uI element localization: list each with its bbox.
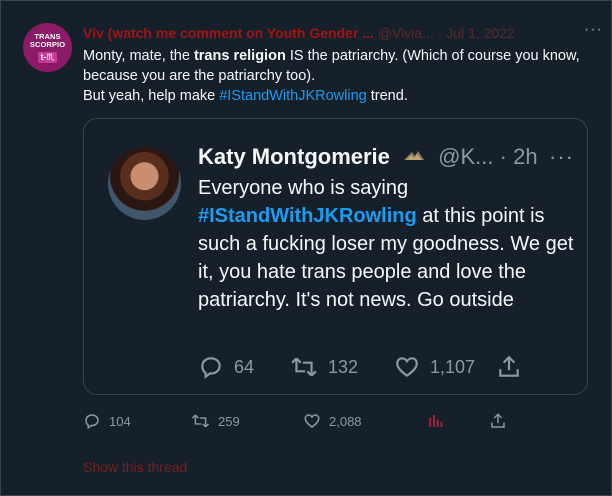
quoted-tweet-header: Katy Montgomerie @K... · 2h ··· <box>198 144 578 170</box>
reply-icon <box>201 357 221 379</box>
share-icon <box>499 355 519 377</box>
quoted-tweet-timestamp[interactable]: 2h <box>513 144 537 169</box>
tweet-text-line2-part2: trend. <box>366 88 408 104</box>
tweet-header: Viv (watch me comment on Youth Gender ..… <box>83 25 603 41</box>
quoted-header-separator: · <box>499 144 507 169</box>
show-thread-link[interactable]: Show this thread <box>83 459 187 475</box>
quoted-author-handle[interactable]: @K... <box>438 144 493 169</box>
share-button[interactable] <box>489 412 507 430</box>
quoted-reply-button[interactable]: 64 <box>198 354 254 380</box>
quoted-retweet-button[interactable]: 132 <box>290 354 358 380</box>
quoted-author-display-name[interactable]: Katy Montgomerie <box>198 144 390 169</box>
header-separator: · <box>437 25 443 41</box>
tweet-action-bar: 104 259 2,088 <box>83 412 583 432</box>
analytics-icon <box>429 415 443 427</box>
author-handle[interactable]: @Vivia... <box>378 25 434 41</box>
tweet-text-part1: Monty, mate, the <box>83 48 194 64</box>
like-button[interactable]: 2,088 <box>303 412 362 430</box>
retweet-count: 259 <box>218 413 240 429</box>
avatar-badge: t-♏ <box>38 51 57 63</box>
tweet-card[interactable]: TRANS SCORPIO t-♏ Viv (watch me comment … <box>0 0 612 496</box>
hashtag-link[interactable]: #IStandWithJKRowling <box>219 88 367 104</box>
like-icon <box>304 414 320 428</box>
author-display-name[interactable]: Viv (watch me comment on Youth Gender ..… <box>83 25 374 41</box>
tweet-text: Monty, mate, the trans religion IS the p… <box>83 46 583 106</box>
analytics-button[interactable] <box>427 412 445 430</box>
tweet-timestamp[interactable]: Jul 1, 2022 <box>446 25 515 41</box>
retweet-button[interactable]: 259 <box>191 412 240 430</box>
quoted-action-bar: 64 132 1,107 <box>198 354 568 382</box>
avatar-text-line2: SCORPIO <box>29 40 66 49</box>
avatar-text-line1: TRANS <box>34 31 61 41</box>
trans-flag-emoji-icon <box>402 142 427 162</box>
quoted-tweet-text: Everyone who is saying #IStandWithJKRowl… <box>198 174 578 314</box>
reply-icon <box>85 414 99 430</box>
retweet-icon <box>291 357 317 377</box>
reply-button[interactable]: 104 <box>83 412 131 430</box>
author-avatar[interactable]: TRANS SCORPIO t-♏ <box>23 23 72 72</box>
like-icon <box>396 357 418 377</box>
retweet-icon <box>191 414 210 428</box>
quoted-reply-count: 64 <box>234 356 255 377</box>
reply-count: 104 <box>109 413 131 429</box>
more-icon[interactable]: ··· <box>584 25 603 39</box>
quoted-like-count: 1,107 <box>430 356 476 377</box>
tweet-text-line2-part1: But yeah, help make <box>83 88 220 104</box>
share-icon <box>491 413 505 428</box>
quoted-hashtag-link[interactable]: #IStandWithJKRowling <box>198 205 417 227</box>
tweet-text-bold: trans religion <box>193 48 286 64</box>
like-count: 2,088 <box>329 413 362 429</box>
quoted-share-button[interactable] <box>496 354 522 380</box>
quoted-like-button[interactable]: 1,107 <box>394 354 475 380</box>
quoted-retweet-count: 132 <box>328 356 359 377</box>
quoted-text-part1: Everyone who is saying <box>198 177 409 199</box>
quoted-tweet[interactable]: Katy Montgomerie @K... · 2h ··· Everyone… <box>83 118 588 395</box>
quoted-more-icon[interactable]: ··· <box>549 144 574 170</box>
quoted-author-avatar[interactable] <box>108 147 181 220</box>
